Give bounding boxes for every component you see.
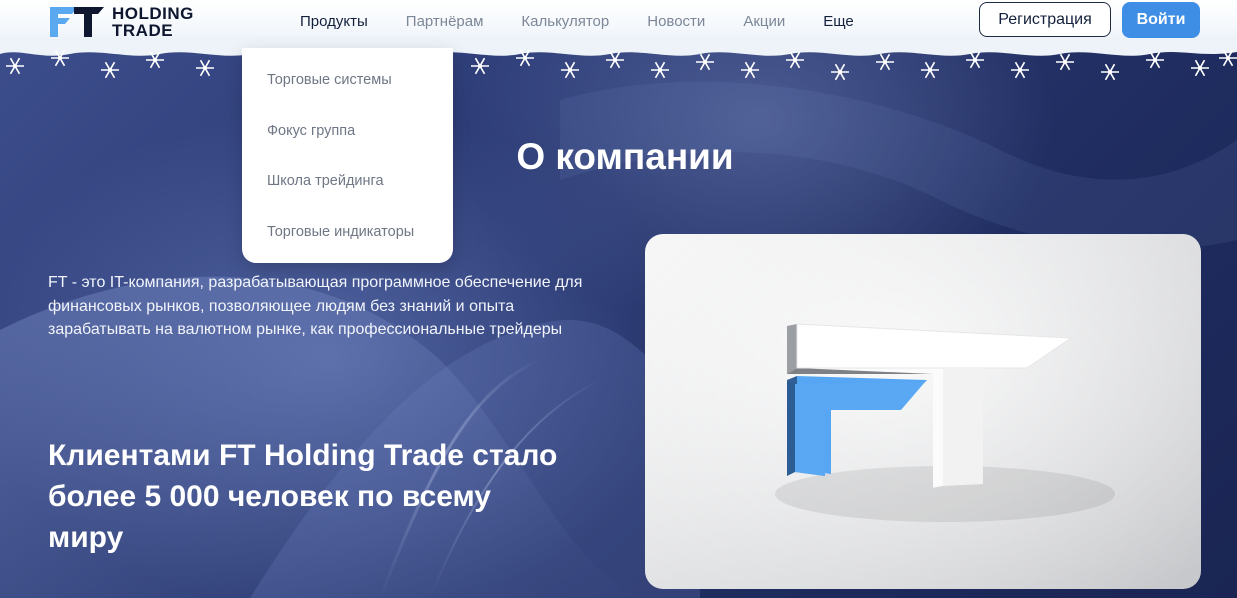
page: HOLDING TRADE Продукты Партнёрам Калькул… [0, 0, 1237, 598]
page-title: О компании [516, 136, 734, 177]
logo-line-holding: HOLDING [112, 4, 194, 23]
clients-headline: Клиентами FT Holding Trade стало более 5… [48, 439, 558, 554]
snowflake-band [0, 40, 1237, 81]
login-button[interactable]: Войти [1122, 2, 1200, 38]
company-description: FT - это IT-компания, разрабатывающая пр… [48, 274, 583, 338]
site-logo[interactable]: HOLDING TRADE [48, 4, 208, 40]
main-nav: Продукты Партнёрам Калькулятор Новости А… [300, 0, 892, 42]
logo-text: HOLDING TRADE [112, 5, 194, 39]
nav-products[interactable]: Продукты [300, 13, 368, 30]
nav-calculator[interactable]: Калькулятор [521, 13, 609, 30]
dropdown-item-trading-indicators[interactable]: Торговые индикаторы [267, 224, 414, 240]
nav-promotions[interactable]: Акции [743, 13, 785, 30]
nav-news[interactable]: Новости [647, 13, 705, 30]
register-button[interactable]: Регистрация [979, 2, 1111, 37]
nav-partners[interactable]: Партнёрам [406, 13, 484, 30]
logo-card [645, 234, 1201, 589]
ft-logo-icon [50, 7, 104, 37]
ft-3d-logo-icon [645, 234, 1201, 589]
logo-line-trade: TRADE [112, 21, 174, 40]
dropdown-item-trading-systems[interactable]: Торговые системы [267, 72, 392, 88]
nav-more[interactable]: Еще [823, 13, 854, 30]
